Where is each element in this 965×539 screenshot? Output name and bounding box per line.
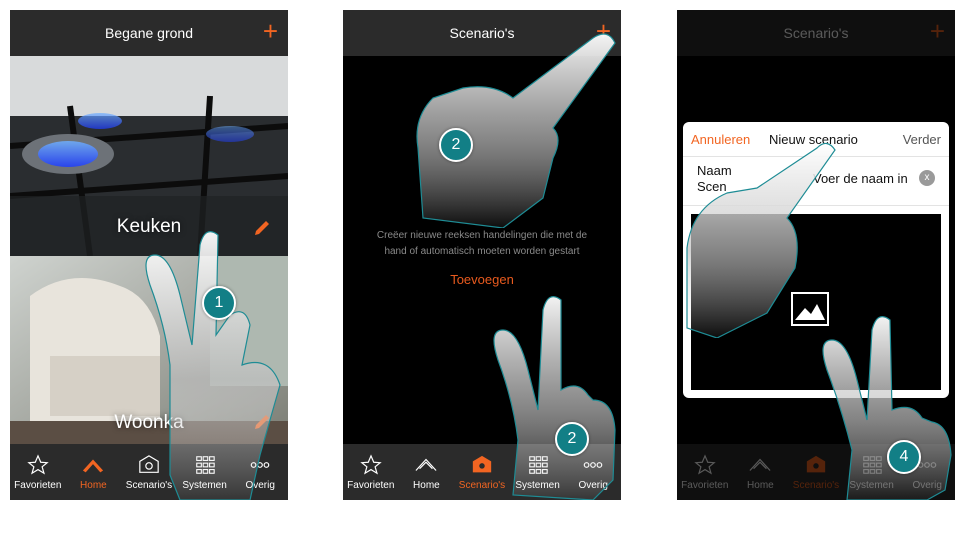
step-badge: 2 <box>439 128 473 162</box>
empty-state-text: Creëer nieuwe reeksen handelingen die me… <box>376 230 588 257</box>
name-input[interactable]: Voer de naam in <box>813 171 908 186</box>
add-scenario-link[interactable]: Toevoegen <box>343 272 621 287</box>
dots-icon <box>583 461 603 468</box>
pencil-icon[interactable] <box>252 218 272 238</box>
tab-other[interactable]: Overig <box>232 444 288 500</box>
top-bar: Scenario's + <box>677 10 955 56</box>
add-icon[interactable]: + <box>263 18 278 44</box>
home-screen: Begane grond + Keuken Woonka Favorieten … <box>10 10 288 500</box>
page-title: Begane grond <box>105 25 193 41</box>
name-field-row: Naam Scen Voer de naam in x <box>683 156 949 206</box>
top-bar: Begane grond + <box>10 10 288 56</box>
step-badge: 2 <box>555 422 589 456</box>
tab-systems[interactable]: Systemen <box>177 444 233 500</box>
star-icon <box>27 453 49 475</box>
dots-icon <box>250 461 270 468</box>
tab-favorites[interactable]: Favorieten <box>343 444 399 500</box>
new-scenario-dialog: Annuleren Nieuw scenario Verder Naam Sce… <box>683 122 949 398</box>
room-label: Woonka <box>114 412 184 433</box>
scenario-image-picker[interactable] <box>691 214 941 390</box>
dialog-title: Nieuw scenario <box>769 131 858 147</box>
next-button[interactable]: Verder <box>903 132 941 147</box>
tab-home[interactable]: Home <box>733 444 789 500</box>
scenario-icon <box>806 455 826 472</box>
grid-icon <box>862 455 882 474</box>
scenario-icon <box>139 454 159 473</box>
page-title: Scenario's <box>449 25 515 41</box>
pencil-icon[interactable] <box>252 412 272 432</box>
tab-scenarios[interactable]: Scenario's <box>788 444 844 500</box>
tab-scenarios[interactable]: Scenario's <box>121 444 177 500</box>
scenario-icon <box>472 455 492 472</box>
house-icon <box>749 458 771 471</box>
step-badge: 4 <box>887 440 921 474</box>
star-icon <box>360 453 382 475</box>
add-icon[interactable]: + <box>596 18 611 44</box>
hand-pointer-icon <box>416 33 616 228</box>
image-icon <box>791 292 829 326</box>
star-icon <box>694 453 716 475</box>
house-icon <box>83 459 104 472</box>
bottom-tab-bar: Favorieten Home Scenario's Systemen Over… <box>10 444 288 500</box>
room-card-living[interactable]: Woonka <box>10 256 288 446</box>
add-icon[interactable]: + <box>930 18 945 44</box>
room-label: Keuken <box>116 216 182 237</box>
cancel-button[interactable]: Annuleren <box>691 132 750 147</box>
page-title: Scenario's <box>783 25 849 41</box>
dialog-header: Annuleren Nieuw scenario Verder <box>683 122 949 156</box>
top-bar: Scenario's + <box>343 10 621 56</box>
step-badge: 1 <box>202 286 236 320</box>
tab-systems[interactable]: Systemen <box>510 444 566 500</box>
tab-home[interactable]: Home <box>399 444 455 500</box>
grid-icon <box>195 455 215 474</box>
scenarios-screen: Scenario's + Creëer nieuwe reeksen hande… <box>343 10 621 500</box>
tab-favorites[interactable]: Favorieten <box>10 444 66 500</box>
name-label: Naam Scen <box>697 163 732 194</box>
new-scenario-screen: Scenario's + Annuleren Nieuw scenario Ve… <box>677 10 955 500</box>
house-icon <box>415 458 437 471</box>
grid-icon <box>528 455 548 474</box>
room-card-kitchen[interactable]: Keuken <box>10 56 288 256</box>
tab-home[interactable]: Home <box>66 444 122 500</box>
clear-icon[interactable]: x <box>919 170 935 186</box>
tab-favorites[interactable]: Favorieten <box>677 444 733 500</box>
tab-scenarios[interactable]: Scenario's <box>454 444 510 500</box>
